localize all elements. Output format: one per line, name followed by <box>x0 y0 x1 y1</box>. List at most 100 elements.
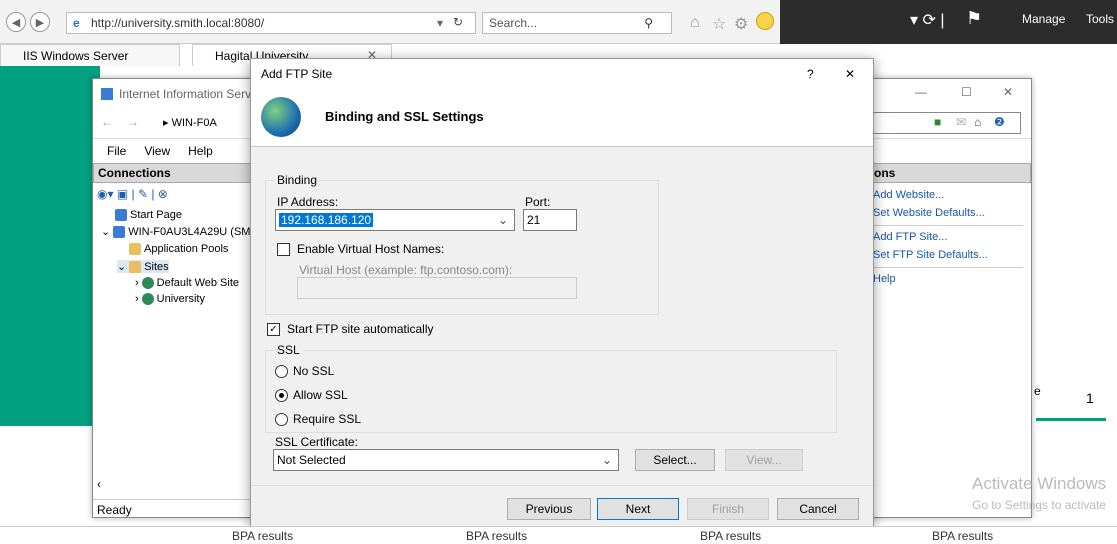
cert-value: Not Selected <box>277 453 346 467</box>
port-input[interactable]: 21 <box>523 209 577 231</box>
nav-path-text: WIN-F0A <box>171 117 217 129</box>
no-ssl-label: No SSL <box>293 364 335 378</box>
tree-sites[interactable]: ⌄ Sites <box>117 260 169 273</box>
ip-value: 192.168.186.120 <box>279 213 374 227</box>
previous-button[interactable]: Previous <box>507 498 591 520</box>
iis-address-field[interactable]: ■ ✉ ⌂ ❷ <box>871 112 1021 134</box>
help-icon[interactable]: ❷ <box>994 115 1005 129</box>
tree-app-pools[interactable]: Application Pools <box>129 243 228 255</box>
cancel-button[interactable]: Cancel <box>777 498 859 520</box>
cert-label: SSL Certificate: <box>275 435 358 449</box>
bpa-bar: BPA results BPA results BPA results BPA … <box>0 526 1117 544</box>
home-icon[interactable]: ⌂ <box>974 115 981 129</box>
gear-icon[interactable]: ⚙ <box>734 14 748 34</box>
search-input[interactable]: Search... ⚲ <box>482 12 672 34</box>
back-icon[interactable]: ◀ <box>6 12 26 32</box>
tree-label: WIN-F0AU3L4A29U (SM <box>128 225 251 238</box>
allow-ssl-radio[interactable] <box>275 389 288 402</box>
bpa-result[interactable]: BPA results <box>466 529 527 543</box>
tree-server[interactable]: ⌄ WIN-F0AU3L4A29U (SM <box>101 225 250 238</box>
port-value: 21 <box>527 213 541 227</box>
close-button[interactable]: ✕ <box>845 67 855 81</box>
help-button[interactable]: ? <box>807 67 814 81</box>
nav-path[interactable]: ▸ WIN-F0A <box>163 116 217 129</box>
address-bar[interactable]: e http://university.smith.local:8080/ ▾ … <box>66 12 476 34</box>
forward-icon[interactable]: ▶ <box>30 12 50 32</box>
home-icon[interactable]: ⌂ <box>690 14 700 32</box>
iis-icon <box>101 88 113 100</box>
minimize-icon[interactable]: — <box>915 85 927 99</box>
virtual-host-input[interactable] <box>297 277 577 299</box>
chevron-down-icon[interactable]: ⌄ <box>602 453 612 467</box>
activate-windows-watermark: Activate Windows <box>972 474 1107 493</box>
close-icon[interactable]: ✕ <box>1003 85 1013 99</box>
enable-virtual-host-checkbox[interactable] <box>277 243 290 256</box>
maximize-icon[interactable]: ☐ <box>961 85 972 99</box>
view-button[interactable]: View... <box>725 449 803 471</box>
require-ssl-radio[interactable] <box>275 413 288 426</box>
server-icon <box>113 225 126 238</box>
bpa-result[interactable]: BPA results <box>932 529 993 543</box>
chevron-right-icon[interactable]: › <box>135 277 139 289</box>
menu-help[interactable]: Help <box>188 144 213 158</box>
mail-icon[interactable]: ✉ <box>956 115 966 129</box>
action-add-ftp-site[interactable]: Add FTP Site... <box>873 231 947 243</box>
dialog-titlebar: Add FTP Site ? ✕ <box>251 59 873 89</box>
tools-menu[interactable]: Tools <box>1086 12 1114 26</box>
tile-underline <box>1036 418 1106 421</box>
green-banner <box>0 66 100 426</box>
action-add-website[interactable]: Add Website... <box>873 189 944 201</box>
search-icon[interactable]: ⚲ <box>644 16 653 30</box>
action-help[interactable]: Help <box>873 273 896 285</box>
menu-view[interactable]: View <box>144 144 170 158</box>
no-ssl-radio[interactable] <box>275 365 288 378</box>
chevron-down-icon[interactable]: ⌄ <box>498 213 508 227</box>
smiley-icon[interactable] <box>756 12 774 30</box>
add-ftp-site-dialog: Add FTP Site ? ✕ Binding and SSL Setting… <box>250 58 874 527</box>
tree-default-web-site[interactable]: › Default Web Site <box>135 277 239 289</box>
tab-label: IIS Windows Server <box>23 48 129 63</box>
chevron-down-icon[interactable]: ⌄ <box>101 225 110 238</box>
folder-icon <box>129 260 142 273</box>
ip-address-select[interactable]: 192.168.186.120 ⌄ <box>275 209 515 231</box>
vhost-label: Virtual Host (example: ftp.contoso.com): <box>299 263 513 277</box>
select-button[interactable]: Select... <box>635 449 715 471</box>
next-button[interactable]: Next <box>597 498 679 520</box>
star-icon[interactable]: ☆ <box>712 14 726 34</box>
iis-title: Internet Information Servic <box>119 87 260 101</box>
connect-toolbar-icon[interactable]: ◉▾ ▣ | ✎ | ⊗ <box>97 187 168 201</box>
ssl-certificate-select[interactable]: Not Selected ⌄ <box>273 449 619 471</box>
connections-tree: ◉▾ ▣ | ✎ | ⊗ Start Page ⌄ WIN-F0AU3L4A29U… <box>93 183 253 491</box>
action-set-website-defaults[interactable]: Set Website Defaults... <box>873 207 985 219</box>
ie-icon: e <box>73 16 80 30</box>
tab-iis[interactable]: IIS Windows Server <box>0 44 180 66</box>
connect-icon[interactable]: ■ <box>934 115 941 129</box>
autostart-checkbox[interactable]: ✓ <box>267 323 280 336</box>
tree-university[interactable]: › University <box>135 293 205 305</box>
divider <box>873 267 1023 268</box>
forward-icon[interactable]: → <box>127 115 139 129</box>
bpa-result[interactable]: BPA results <box>700 529 761 543</box>
refresh-icon[interactable]: ▾ ⟳ | <box>910 10 944 30</box>
tree-label: Application Pools <box>144 243 229 255</box>
status-bar: Ready <box>93 499 253 519</box>
dialog-title: Add FTP Site <box>261 67 333 81</box>
vhost-checkbox-label: Enable Virtual Host Names: <box>297 242 445 256</box>
tree-start-page[interactable]: Start Page <box>115 209 182 221</box>
scroll-left-icon[interactable]: ‹ <box>97 477 101 491</box>
action-set-ftp-defaults[interactable]: Set FTP Site Defaults... <box>873 249 988 261</box>
back-icon[interactable]: ← <box>101 115 113 129</box>
manage-menu[interactable]: Manage <box>1022 12 1065 26</box>
tile-count: 1 <box>1086 390 1094 406</box>
bpa-result[interactable]: BPA results <box>232 529 293 543</box>
tree-label: University <box>156 293 205 305</box>
finish-button[interactable]: Finish <box>687 498 769 520</box>
refresh-icon[interactable]: ↻ <box>453 15 463 29</box>
chevron-down-icon[interactable]: ⌄ <box>117 260 126 273</box>
app-pools-icon <box>129 243 141 255</box>
flag-icon[interactable]: ⚑ <box>966 8 982 29</box>
dropdown-icon[interactable]: ▾ <box>437 16 443 30</box>
chevron-right-icon[interactable]: › <box>135 293 139 305</box>
start-page-icon <box>115 209 127 221</box>
menu-file[interactable]: File <box>107 144 126 158</box>
